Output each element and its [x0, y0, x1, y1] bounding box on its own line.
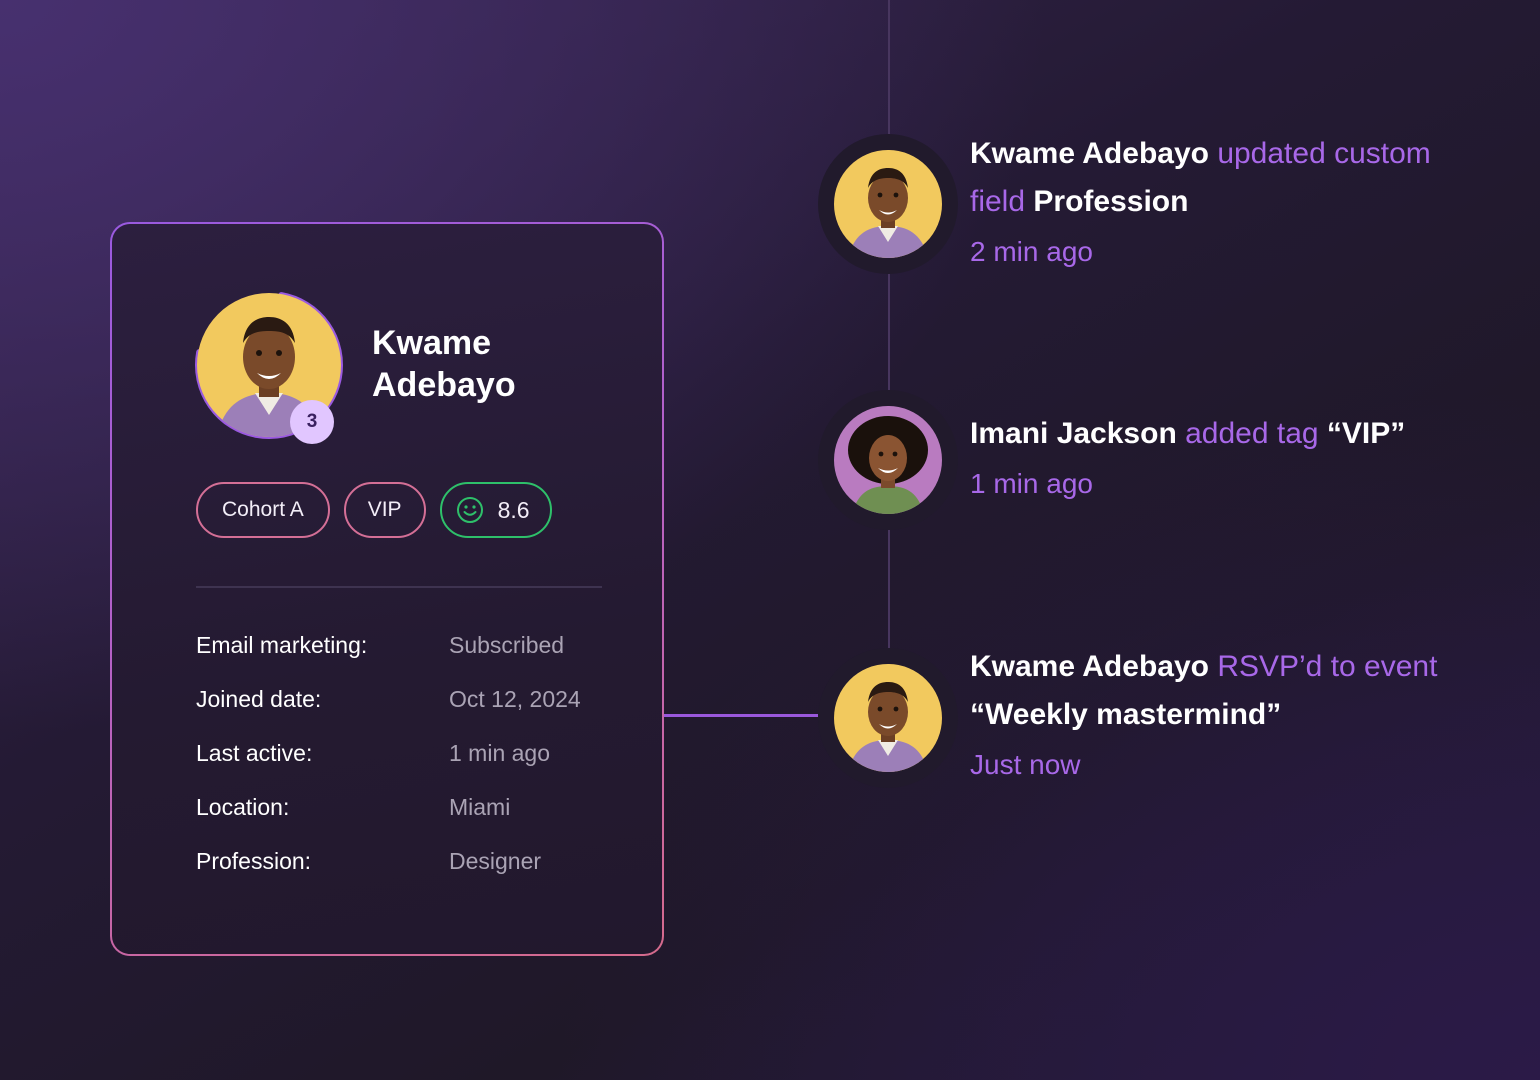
- activity-action: added tag: [1185, 417, 1319, 450]
- activity-action: RSVP’d to event: [1217, 650, 1438, 683]
- activity-timestamp: Just now: [970, 749, 1081, 780]
- detail-label: Joined date:: [196, 686, 322, 712]
- profile-details: Email marketing: Subscribed Joined date:…: [196, 632, 636, 902]
- activity-timestamp: 2 min ago: [970, 236, 1093, 267]
- activity-timestamp: 1 min ago: [970, 468, 1093, 499]
- detail-label: Email marketing:: [196, 632, 368, 658]
- activity-actor[interactable]: Kwame Adebayo: [970, 650, 1209, 683]
- detail-value: Subscribed: [449, 632, 565, 658]
- detail-value: Oct 12, 2024: [449, 686, 581, 712]
- detail-row-last-active: Last active: 1 min ago: [196, 740, 636, 794]
- avatar[interactable]: [834, 664, 942, 772]
- timeline-line: [888, 272, 890, 390]
- divider: [196, 586, 602, 588]
- activity-object: Profession: [1033, 185, 1189, 218]
- activity-item: Kwame Adebayo updated custom field Profe…: [970, 130, 1490, 276]
- avatar[interactable]: [834, 150, 942, 258]
- timeline-line: [888, 528, 890, 648]
- detail-row-joined-date: Joined date: Oct 12, 2024: [196, 686, 636, 740]
- card-connector-line: [664, 714, 818, 717]
- score-badge[interactable]: 8.6: [439, 482, 552, 538]
- detail-label: Location:: [196, 794, 290, 820]
- activity-actor[interactable]: Imani Jackson: [970, 417, 1177, 450]
- detail-value: Designer: [449, 848, 542, 874]
- count-badge: 3: [290, 400, 334, 444]
- detail-row-profession: Profession: Designer: [196, 848, 636, 902]
- detail-row-location: Location: Miami: [196, 794, 636, 848]
- detail-value: Miami: [449, 794, 511, 820]
- smiley-face-icon: [456, 497, 483, 523]
- activity-object: “VIP”: [1326, 417, 1406, 450]
- detail-value: 1 min ago: [449, 740, 551, 766]
- activity-object: “Weekly mastermind”: [970, 698, 1282, 731]
- timeline-line: [888, 0, 890, 136]
- detail-label: Profession:: [196, 848, 312, 874]
- profile-card: 3 Kwame Adebayo Cohort A VIP 8.6 Email m…: [110, 222, 664, 956]
- activity-item: Kwame Adebayo RSVP’d to event “Weekly ma…: [970, 643, 1490, 789]
- activity-actor[interactable]: Kwame Adebayo: [970, 137, 1209, 170]
- detail-label: Last active:: [196, 740, 313, 766]
- activity-item: Imani Jackson added tag “VIP” 1 min ago: [970, 410, 1490, 508]
- tag-cohort-a[interactable]: Cohort A: [196, 482, 330, 538]
- score-value: 8.6: [497, 496, 530, 523]
- detail-row-email-marketing: Email marketing: Subscribed: [196, 632, 636, 686]
- tag-vip[interactable]: VIP: [343, 482, 426, 538]
- profile-name: Kwame Adebayo: [372, 324, 516, 404]
- avatar[interactable]: [834, 406, 942, 514]
- tag-list: Cohort A VIP 8.6: [196, 482, 552, 538]
